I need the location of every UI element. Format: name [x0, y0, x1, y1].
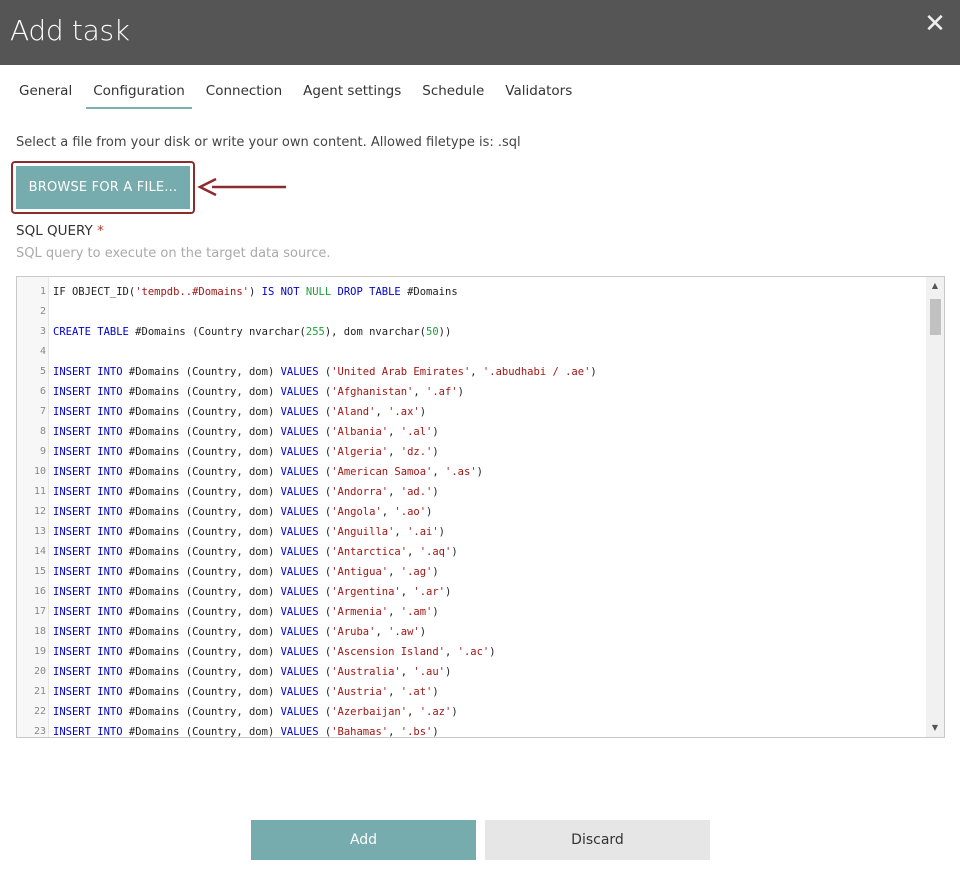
tab-schedule[interactable]: Schedule: [422, 82, 484, 109]
sql-query-label-text: SQL QUERY: [16, 223, 93, 239]
code-line[interactable]: 20 INSERT INTO #Domains (Country, dom) VA…: [17, 662, 922, 682]
close-icon[interactable]: ✕: [924, 11, 946, 37]
sql-query-help: SQL query to execute on the target data …: [16, 246, 331, 261]
code-line[interactable]: 3 CREATE TABLE #Domains (Country nvarchar…: [17, 322, 922, 342]
line-number: 5: [39, 366, 46, 377]
code-line[interactable]: 11 INSERT INTO #Domains (Country, dom) VA…: [17, 482, 922, 502]
tab-agent-settings[interactable]: Agent settings: [303, 82, 401, 109]
code-line[interactable]: 5 INSERT INTO #Domains (Country, dom) VAL…: [17, 362, 922, 382]
line-number: 18: [33, 626, 46, 637]
line-number: 23: [33, 726, 46, 737]
code-line[interactable]: 19 INSERT INTO #Domains (Country, dom) VA…: [17, 642, 922, 662]
code-text: INSERT INTO #Domains (Country, dom) VALU…: [53, 366, 597, 378]
code-text: INSERT INTO #Domains (Country, dom) VALU…: [53, 666, 452, 678]
line-number: 7: [39, 406, 46, 417]
add-button[interactable]: Add: [251, 820, 476, 860]
code-line[interactable]: 17 INSERT INTO #Domains (Country, dom) VA…: [17, 602, 922, 622]
code-line[interactable]: 10 INSERT INTO #Domains (Country, dom) VA…: [17, 462, 922, 482]
line-number: 13: [33, 526, 46, 537]
code-line[interactable]: 9 INSERT INTO #Domains (Country, dom) VAL…: [17, 442, 922, 462]
line-number: 2: [39, 306, 46, 317]
line-number: 16: [33, 586, 46, 597]
line-number: 12: [33, 506, 46, 517]
code-text: INSERT INTO #Domains (Country, dom) VALU…: [53, 426, 439, 438]
line-number: 11: [33, 486, 46, 497]
line-number: 8: [39, 426, 46, 437]
code-text: INSERT INTO #Domains (Country, dom) VALU…: [53, 726, 439, 738]
sql-query-label: SQL QUERY *: [16, 223, 104, 239]
line-number: 21: [33, 686, 46, 697]
code-line[interactable]: 21 INSERT INTO #Domains (Country, dom) VA…: [17, 682, 922, 702]
code-line[interactable]: 18 INSERT INTO #Domains (Country, dom) VA…: [17, 622, 922, 642]
scroll-down-icon[interactable]: ▼: [926, 720, 944, 736]
line-number: 17: [33, 606, 46, 617]
code-text: IF OBJECT_ID('tempdb..#Domains') IS NOT …: [53, 286, 458, 298]
code-lines[interactable]: 1 IF OBJECT_ID('tempdb..#Domains') IS NOT…: [17, 282, 922, 738]
sql-editor[interactable]: 1 IF OBJECT_ID('tempdb..#Domains') IS NOT…: [16, 276, 945, 738]
code-text: INSERT INTO #Domains (Country, dom) VALU…: [53, 486, 439, 498]
code-text: INSERT INTO #Domains (Country, dom) VALU…: [53, 606, 439, 618]
code-text: INSERT INTO #Domains (Country, dom) VALU…: [53, 706, 458, 718]
line-number: 22: [33, 706, 46, 717]
tab-bar: General Configuration Connection Agent s…: [19, 82, 593, 110]
code-text: INSERT INTO #Domains (Country, dom) VALU…: [53, 546, 458, 558]
code-text: INSERT INTO #Domains (Country, dom) VALU…: [53, 566, 439, 578]
code-text: INSERT INTO #Domains (Country, dom) VALU…: [53, 526, 445, 538]
code-line[interactable]: 13 INSERT INTO #Domains (Country, dom) VA…: [17, 522, 922, 542]
code-line[interactable]: 1 IF OBJECT_ID('tempdb..#Domains') IS NOT…: [17, 282, 922, 302]
code-line[interactable]: 15 INSERT INTO #Domains (Country, dom) VA…: [17, 562, 922, 582]
line-number: 10: [33, 466, 46, 477]
code-text: INSERT INTO #Domains (Country, dom) VALU…: [53, 386, 464, 398]
line-number: 19: [33, 646, 46, 657]
file-hint-text: Select a file from your disk or write yo…: [16, 135, 521, 150]
scrollbar-thumb[interactable]: [930, 299, 941, 335]
line-number: 1: [39, 286, 46, 297]
tab-validators[interactable]: Validators: [505, 82, 572, 109]
code-line[interactable]: 14 INSERT INTO #Domains (Country, dom) VA…: [17, 542, 922, 562]
code-line[interactable]: 2: [17, 302, 922, 322]
tab-configuration[interactable]: Configuration: [86, 82, 192, 109]
tab-connection[interactable]: Connection: [206, 82, 282, 109]
line-number: 4: [39, 346, 46, 357]
browse-file-button[interactable]: BROWSE FOR A FILE...: [16, 166, 190, 209]
code-line[interactable]: 7 INSERT INTO #Domains (Country, dom) VAL…: [17, 402, 922, 422]
code-text: INSERT INTO #Domains (Country, dom) VALU…: [53, 506, 433, 518]
dialog-header: Add task ✕: [0, 0, 960, 65]
dialog-title: Add task: [10, 14, 130, 47]
code-text: INSERT INTO #Domains (Country, dom) VALU…: [53, 626, 427, 638]
line-number: 14: [33, 546, 46, 557]
code-text: CREATE TABLE #Domains (Country nvarchar(…: [53, 326, 452, 338]
code-text: INSERT INTO #Domains (Country, dom) VALU…: [53, 406, 427, 418]
code-text: INSERT INTO #Domains (Country, dom) VALU…: [53, 446, 439, 458]
line-number: 3: [39, 326, 46, 337]
discard-button[interactable]: Discard: [485, 820, 710, 860]
tab-general[interactable]: General: [19, 82, 72, 109]
code-text: INSERT INTO #Domains (Country, dom) VALU…: [53, 586, 452, 598]
code-line[interactable]: 23 INSERT INTO #Domains (Country, dom) VA…: [17, 722, 922, 738]
line-number: 6: [39, 386, 46, 397]
line-number: 20: [33, 666, 46, 677]
code-line[interactable]: 22 INSERT INTO #Domains (Country, dom) VA…: [17, 702, 922, 722]
code-line[interactable]: 4: [17, 342, 922, 362]
required-marker: *: [97, 223, 104, 239]
line-number: 9: [39, 446, 46, 457]
code-line[interactable]: 16 INSERT INTO #Domains (Country, dom) VA…: [17, 582, 922, 602]
code-text: INSERT INTO #Domains (Country, dom) VALU…: [53, 646, 496, 658]
code-line[interactable]: 6 INSERT INTO #Domains (Country, dom) VAL…: [17, 382, 922, 402]
annotation-arrow-icon: [197, 177, 286, 197]
code-line[interactable]: 12 INSERT INTO #Domains (Country, dom) VA…: [17, 502, 922, 522]
scroll-up-icon[interactable]: ▲: [926, 278, 944, 294]
code-text: INSERT INTO #Domains (Country, dom) VALU…: [53, 466, 483, 478]
line-number: 15: [33, 566, 46, 577]
code-line[interactable]: 8 INSERT INTO #Domains (Country, dom) VAL…: [17, 422, 922, 442]
code-text: INSERT INTO #Domains (Country, dom) VALU…: [53, 686, 439, 698]
editor-scrollbar[interactable]: ▲ ▼: [926, 277, 944, 737]
